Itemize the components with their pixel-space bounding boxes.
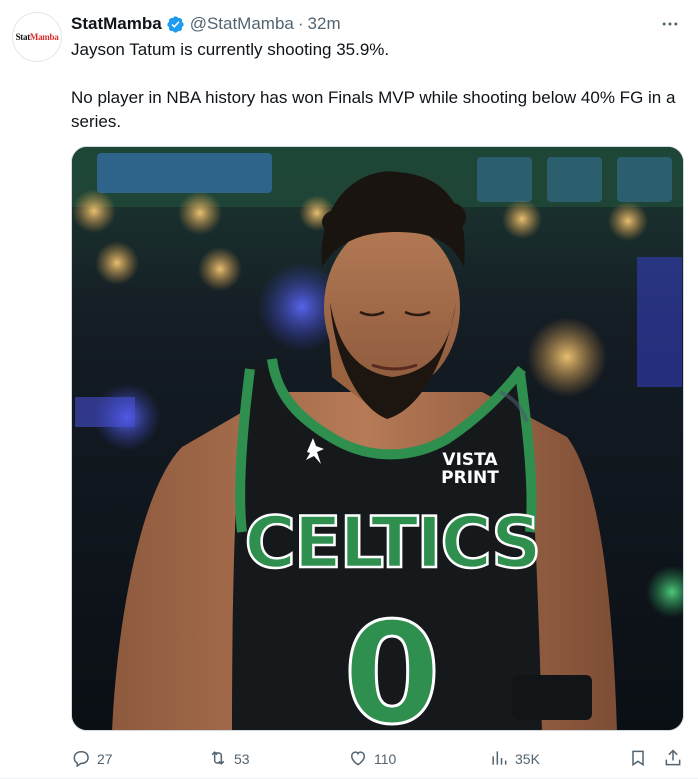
repost-count: 53 — [234, 751, 250, 767]
display-name[interactable]: StatMamba — [71, 12, 162, 36]
avatar-logo-text-accent: Mamba — [29, 32, 59, 42]
jersey-team-name: CELTICS — [244, 502, 539, 584]
like-button[interactable]: 110 — [348, 745, 396, 773]
more-horizontal-icon[interactable] — [658, 12, 682, 36]
views-count: 35K — [515, 751, 540, 767]
views-icon — [489, 748, 509, 771]
tweet-actions: 27 53 110 35K — [71, 745, 682, 773]
player-photo-illustration: VISTA PRINT CELTICS 0 — [72, 147, 683, 731]
bookmark-button[interactable] — [628, 745, 648, 773]
avatar-logo-text: StatMamba — [16, 32, 59, 42]
views-button[interactable]: 35K — [489, 745, 540, 773]
avatar-logo-text-main: Stat — [15, 32, 31, 42]
share-button[interactable] — [663, 745, 683, 773]
reply-count: 27 — [97, 751, 113, 767]
tweet-timestamp[interactable]: 32m — [308, 12, 341, 36]
wristband — [512, 675, 592, 720]
tweet-photo[interactable]: VISTA PRINT CELTICS 0 — [71, 146, 684, 731]
tweet-header: StatMamba @StatMamba · 32m — [71, 12, 682, 36]
tweet-text-line-1: Jayson Tatum is currently shooting 35.9%… — [71, 40, 390, 59]
reply-button[interactable]: 27 — [71, 745, 113, 773]
heart-icon — [348, 748, 368, 771]
jersey-number: 0 — [343, 593, 440, 731]
author-handle[interactable]: @StatMamba — [190, 12, 294, 36]
share-icon — [663, 748, 683, 771]
avatar[interactable]: StatMamba — [12, 12, 62, 62]
reply-icon — [71, 748, 91, 771]
header-separator: · — [297, 14, 304, 33]
repost-button[interactable]: 53 — [208, 745, 250, 773]
sponsor-text-1: VISTA — [442, 450, 498, 470]
tweet-text-line-2: No player in NBA history has won Finals … — [71, 88, 676, 131]
tweet-card[interactable]: StatMamba StatMamba @StatMamba · 32m Jay… — [0, 0, 698, 779]
like-count: 110 — [374, 751, 397, 767]
bookmark-icon — [628, 748, 648, 771]
sponsor-text-2: PRINT — [441, 468, 499, 488]
tweet-text: Jayson Tatum is currently shooting 35.9%… — [71, 38, 682, 134]
repost-icon — [208, 748, 228, 771]
verified-badge-icon — [166, 15, 185, 34]
